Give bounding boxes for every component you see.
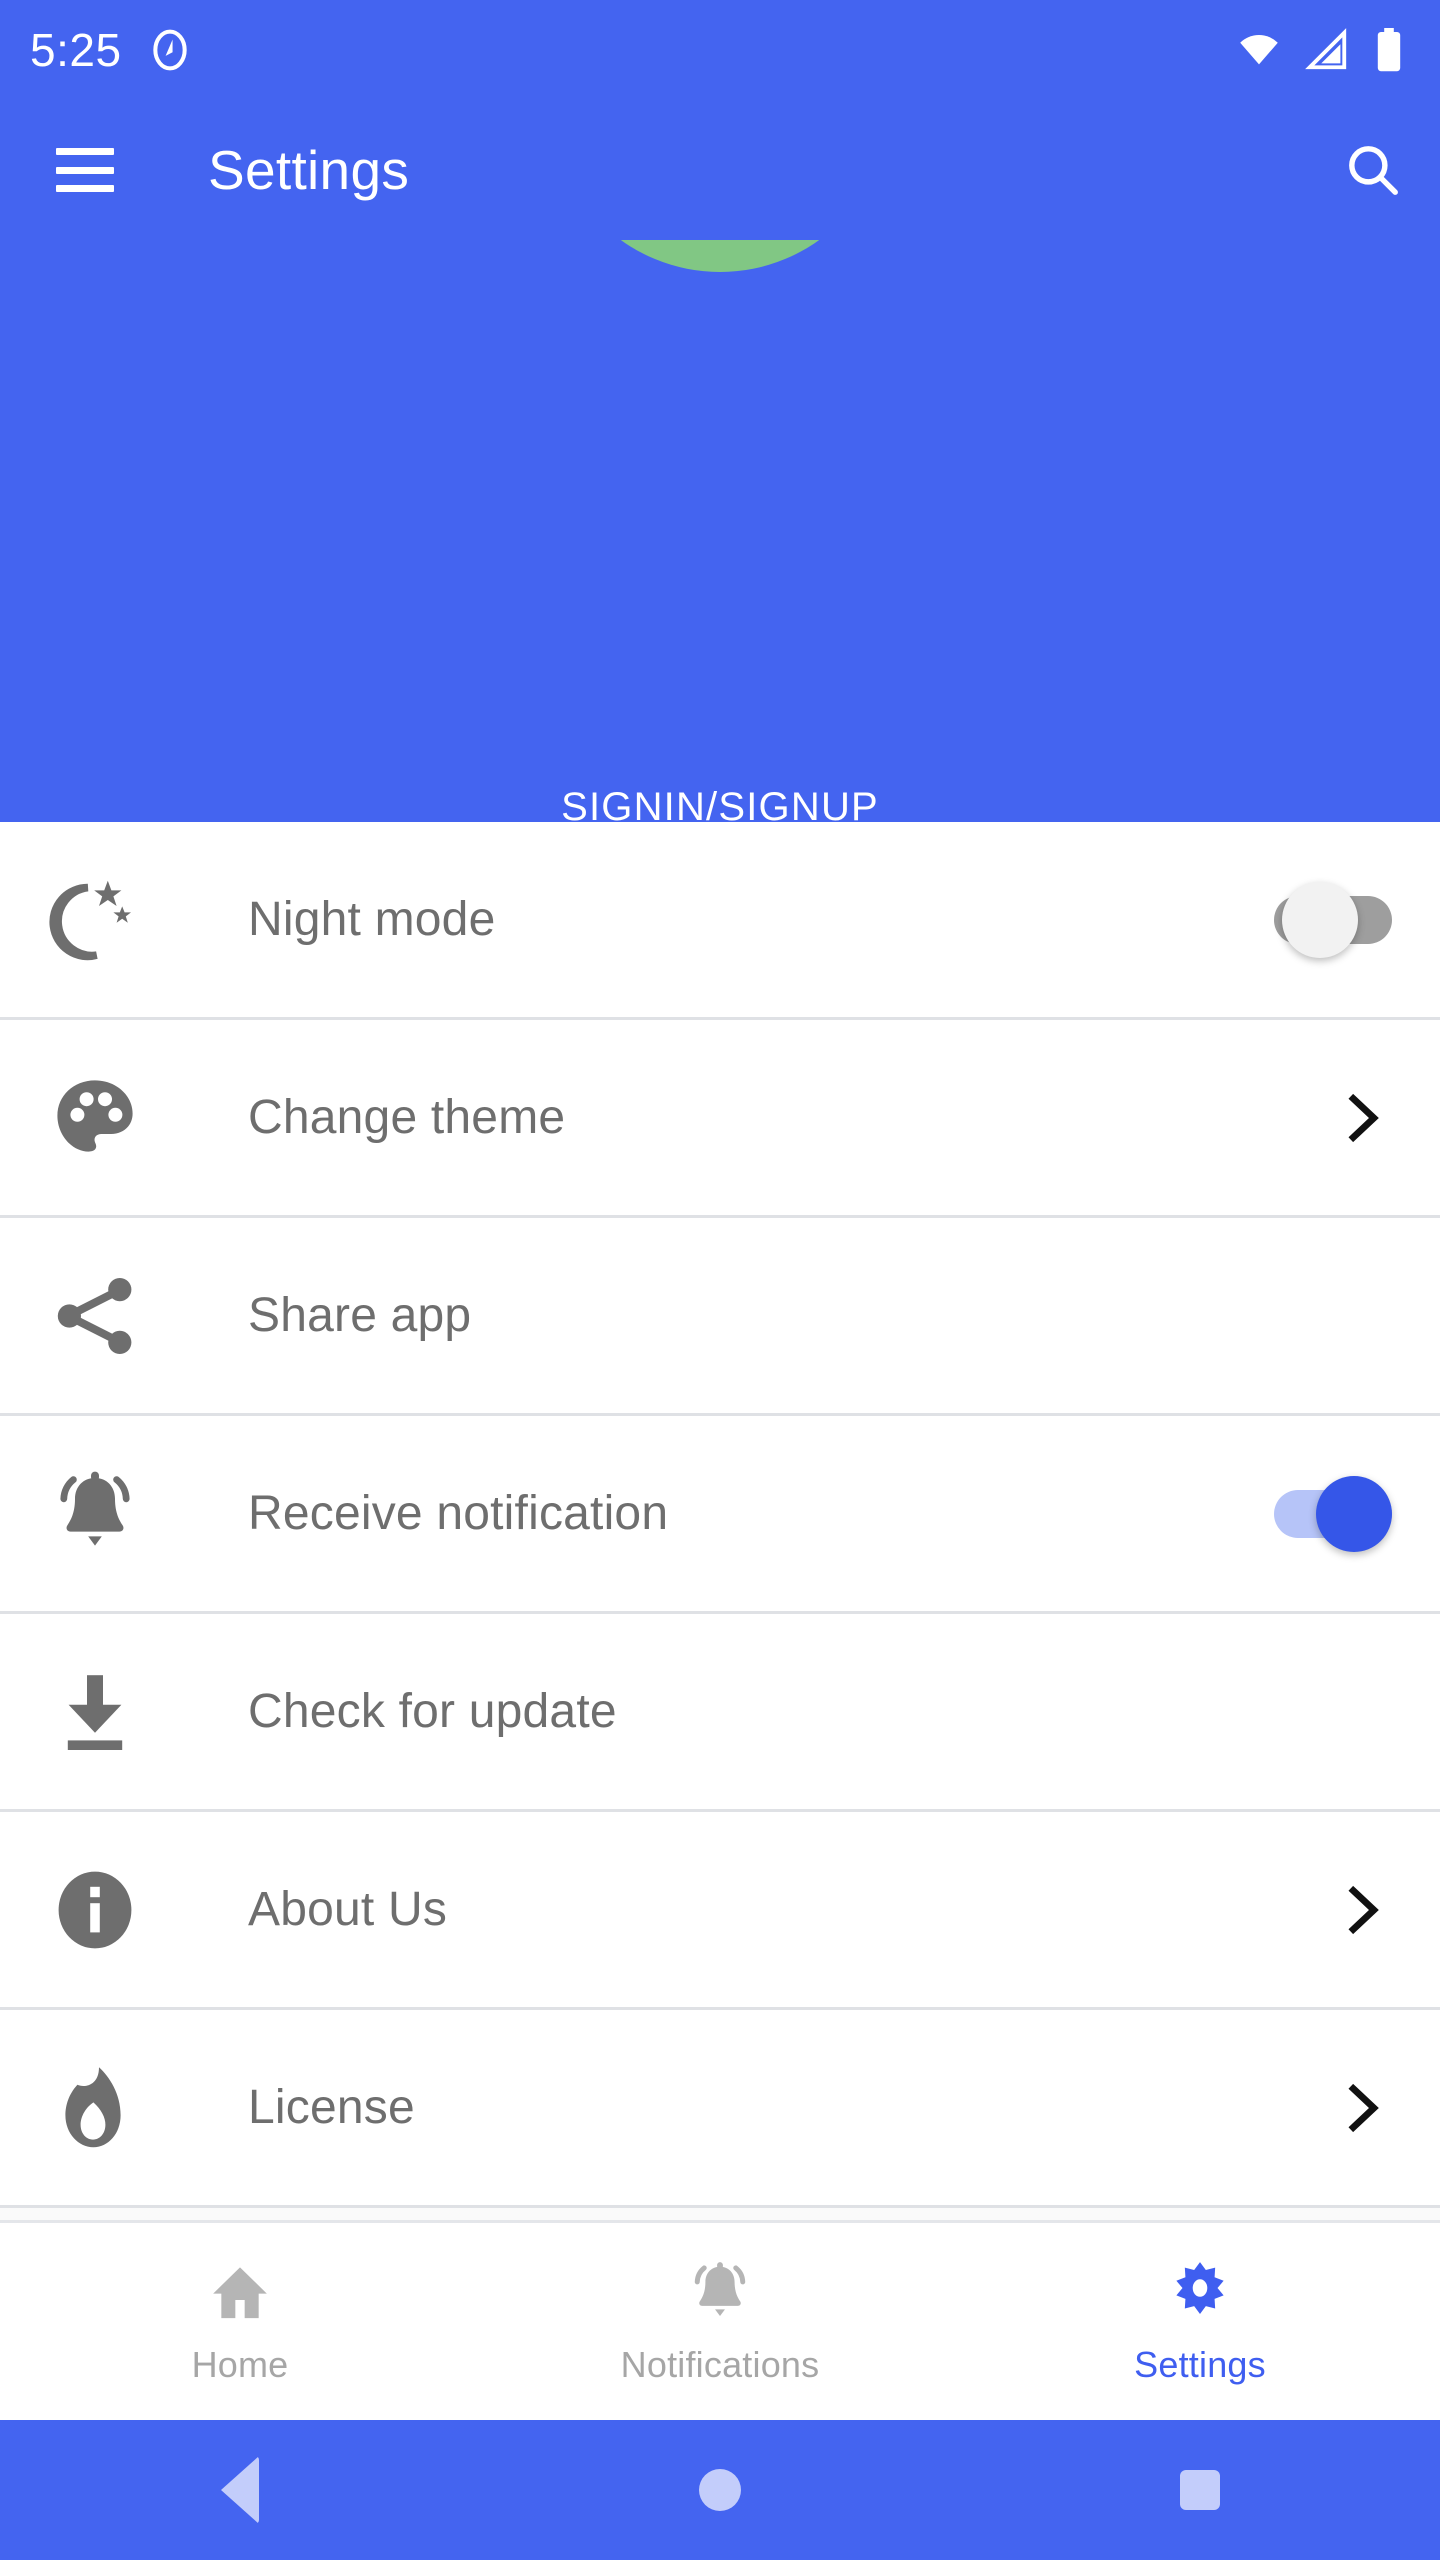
chevron-right-icon[interactable]: [1330, 2077, 1392, 2139]
status-bar-left: 5:25: [30, 23, 192, 77]
home-circle-icon: [699, 2469, 741, 2511]
signin-signup-button[interactable]: SIGNIN/SIGNUP: [0, 785, 1440, 822]
settings-row-trailing: [1274, 881, 1392, 958]
settings-row-about-us[interactable]: About Us: [0, 1812, 1440, 2010]
settings-row-change-theme[interactable]: Change theme: [0, 1020, 1440, 1218]
receive-notification-toggle[interactable]: [1274, 1475, 1392, 1552]
page-title: Settings: [208, 139, 410, 201]
moon-stars-icon: [40, 865, 150, 975]
system-navigation-bar: [0, 2420, 1440, 2560]
settings-row-trailing: [1282, 1879, 1392, 1941]
settings-list: Night mode Change theme Share app Receiv…: [0, 822, 1440, 2208]
app-bar: Settings: [0, 100, 1440, 240]
settings-row-label: About Us: [248, 1883, 448, 1936]
bottom-nav-label: Settings: [1134, 2343, 1266, 2385]
chevron-right-icon[interactable]: [1330, 1879, 1392, 1941]
night-mode-toggle[interactable]: [1274, 881, 1392, 958]
search-icon[interactable]: [1342, 139, 1404, 201]
settings-row-trailing: [1282, 1087, 1392, 1149]
recents-square-icon: [1180, 2470, 1220, 2510]
settings-row-share-app[interactable]: Share app: [0, 1218, 1440, 1416]
bell-icon: [694, 2261, 746, 2316]
settings-row-label: Share app: [248, 1289, 472, 1342]
phone-screen: SIGNIN/SIGNUP 5:25 Settings Night mode C…: [0, 0, 1440, 2560]
settings-row-receive-notification[interactable]: Receive notification: [0, 1416, 1440, 1614]
system-home-button[interactable]: [620, 2420, 820, 2560]
settings-row-check-for-update[interactable]: Check for update: [0, 1614, 1440, 1812]
settings-row-label: Receive notification: [248, 1487, 669, 1540]
status-bar-right: [1236, 26, 1406, 74]
bottom-navigation-bar: Home Notifications Settings: [0, 2220, 1440, 2420]
settings-row-license[interactable]: License: [0, 2010, 1440, 2208]
settings-row-label: Check for update: [248, 1685, 617, 1738]
settings-row-label: Change theme: [248, 1091, 566, 1144]
settings-row-label: Night mode: [248, 893, 496, 946]
system-recents-button[interactable]: [1100, 2420, 1300, 2560]
bottom-nav-item-notifications[interactable]: Notifications: [480, 2223, 960, 2420]
back-triangle-icon: [221, 2456, 259, 2524]
android-q-icon: [152, 29, 187, 71]
bottom-nav-label: Notifications: [620, 2343, 820, 2385]
bottom-nav-item-home[interactable]: Home: [0, 2223, 480, 2420]
download-icon: [40, 1657, 150, 1767]
status-bar: 5:25: [0, 0, 1440, 100]
settings-row-night-mode[interactable]: Night mode: [0, 822, 1440, 1020]
share-icon: [40, 1261, 150, 1371]
status-bar-clock: 5:25: [30, 24, 122, 76]
bottom-nav-label: Home: [191, 2343, 289, 2385]
bottom-nav-item-settings[interactable]: Settings: [960, 2223, 1440, 2420]
settings-row-label: License: [248, 2081, 415, 2134]
battery-icon: [1377, 28, 1401, 72]
settings-row-trailing: [1282, 2077, 1392, 2139]
chevron-right-icon[interactable]: [1330, 1087, 1392, 1149]
info-circle-icon: [40, 1855, 150, 1965]
bell-active-icon: [40, 1459, 150, 1569]
gear-icon: [1176, 2261, 1224, 2314]
system-back-button[interactable]: [140, 2420, 340, 2560]
hamburger-menu-icon[interactable]: [56, 148, 114, 192]
palette-icon: [40, 1063, 150, 1173]
flame-icon: [40, 2053, 150, 2163]
cellular-signal-icon: [1305, 28, 1347, 70]
settings-row-trailing: [1274, 1475, 1392, 1552]
home-icon: [213, 2266, 267, 2318]
wifi-icon: [1240, 35, 1278, 65]
